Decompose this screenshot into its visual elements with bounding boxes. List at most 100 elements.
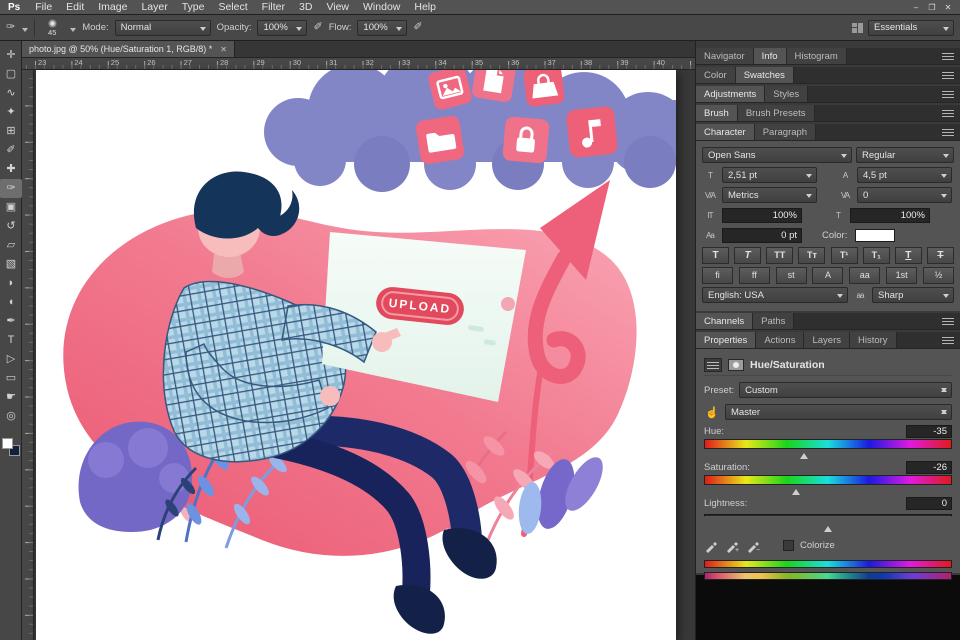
panel-menu-icon[interactable] (942, 129, 954, 136)
superscript-button[interactable]: T¹ (831, 247, 858, 264)
tab-styles[interactable]: Styles (765, 86, 808, 102)
color-swatches[interactable] (2, 438, 20, 456)
saturation-track[interactable] (704, 475, 952, 485)
tab-navigator[interactable]: Navigator (696, 48, 754, 64)
tool-button[interactable]: ⊞ (0, 122, 22, 141)
tool-button[interactable]: ✛ (0, 46, 22, 65)
brush-tool-preset-icon[interactable]: ✑ (6, 22, 15, 33)
panel-menu-icon[interactable] (942, 337, 954, 344)
workspace-switcher[interactable]: Essentials (852, 20, 954, 36)
opentype-feature-button[interactable]: ff (739, 267, 770, 284)
tab-paragraph[interactable]: Paragraph (755, 124, 816, 140)
tab-brush[interactable]: Brush (696, 105, 738, 121)
tab-actions[interactable]: Actions (756, 332, 804, 348)
opentype-feature-button[interactable]: fi (702, 267, 733, 284)
restore-icon[interactable]: ❐ (924, 3, 940, 12)
leading-select[interactable]: 4,5 pt (857, 167, 952, 183)
opentype-feature-button[interactable]: ½ (923, 267, 954, 284)
foreground-color-swatch[interactable] (2, 438, 13, 449)
tool-button[interactable]: ◎ (0, 407, 22, 426)
tracking-select[interactable]: 0 (857, 187, 952, 203)
lightness-track[interactable] (704, 514, 952, 517)
tab-character[interactable]: Character (696, 124, 755, 140)
opentype-feature-button[interactable]: A (812, 267, 843, 284)
pressure-opacity-icon[interactable]: ✐ (313, 22, 322, 33)
tool-button[interactable]: ☛ (0, 388, 22, 407)
tool-button[interactable]: ↺ (0, 217, 22, 236)
minimize-icon[interactable]: – (908, 3, 924, 12)
menu-item[interactable]: Select (211, 1, 254, 13)
saturation-handle[interactable] (792, 485, 800, 495)
menu-item[interactable]: Filter (255, 1, 292, 13)
panel-menu-icon[interactable] (942, 53, 954, 60)
eyedropper-subtract-icon[interactable]: − (746, 538, 761, 553)
opentype-feature-button[interactable]: st (776, 267, 807, 284)
brush-preset-picker[interactable]: 45 (41, 19, 63, 37)
tool-button[interactable]: ✐ (0, 141, 22, 160)
panel-menu-icon[interactable] (942, 110, 954, 117)
close-icon[interactable]: ✕ (940, 3, 956, 12)
panel-menu-icon[interactable] (942, 318, 954, 325)
hue-value-field[interactable]: -35 (906, 425, 952, 438)
text-color-swatch[interactable] (855, 229, 895, 242)
tab-color[interactable]: Color (696, 67, 736, 83)
tool-button[interactable]: ▢ (0, 65, 22, 84)
menu-item[interactable]: File (28, 1, 59, 13)
tool-button[interactable]: ▣ (0, 198, 22, 217)
tool-button[interactable]: ∿ (0, 84, 22, 103)
horizontal-scale-field[interactable]: 100% (850, 208, 930, 223)
eyedropper-add-icon[interactable]: + (725, 538, 740, 553)
tool-button[interactable]: ✒ (0, 312, 22, 331)
tab-layers[interactable]: Layers (804, 332, 850, 348)
saturation-value-field[interactable]: -26 (906, 461, 952, 474)
all-caps-button[interactable]: TT (766, 247, 793, 264)
tool-button[interactable]: ✦ (0, 103, 22, 122)
eyedropper-icon[interactable] (704, 538, 719, 553)
hue-track[interactable] (704, 439, 952, 449)
menu-item[interactable]: Image (91, 1, 134, 13)
baseline-shift-field[interactable]: 0 pt (722, 228, 802, 243)
preset-select[interactable]: Custom (739, 382, 952, 398)
tab-channels[interactable]: Channels (696, 313, 753, 329)
tab-close-icon[interactable]: ✕ (220, 45, 227, 54)
menu-item[interactable]: Window (356, 1, 407, 13)
small-caps-button[interactable]: Tᴛ (798, 247, 825, 264)
faux-bold-button[interactable]: T (702, 247, 729, 264)
tool-button[interactable]: ✑ (0, 179, 22, 198)
tool-button[interactable]: T (0, 331, 22, 350)
flow-select[interactable]: 100% (357, 20, 407, 36)
strikethrough-button[interactable]: T (927, 247, 954, 264)
subscript-button[interactable]: T₁ (863, 247, 890, 264)
panel-menu-icon[interactable] (942, 91, 954, 98)
tab-brush-presets[interactable]: Brush Presets (738, 105, 815, 121)
channel-select[interactable]: Master (725, 404, 952, 420)
underline-button[interactable]: T (895, 247, 922, 264)
tool-button[interactable]: ▱ (0, 236, 22, 255)
menu-item[interactable]: Help (407, 1, 443, 13)
tab-paths[interactable]: Paths (753, 313, 794, 329)
faux-italic-button[interactable]: T (734, 247, 761, 264)
menu-item[interactable]: Edit (59, 1, 91, 13)
workspace-select[interactable]: Essentials (868, 20, 954, 36)
opentype-feature-button[interactable]: aa (849, 267, 880, 284)
opentype-feature-button[interactable]: 1st (886, 267, 917, 284)
tab-info[interactable]: Info (754, 48, 787, 64)
tab-adjustments[interactable]: Adjustments (696, 86, 765, 102)
targeted-adjustment-icon[interactable]: ☝ (704, 406, 720, 419)
tab-swatches[interactable]: Swatches (736, 67, 794, 83)
hue-handle[interactable] (800, 449, 808, 459)
document-tab[interactable]: photo.jpg @ 50% (Hue/Saturation 1, RGB/8… (22, 41, 235, 57)
font-style-select[interactable]: Regular (856, 147, 954, 163)
airbrush-icon[interactable]: ✐ (413, 22, 422, 33)
tool-button[interactable]: ◖ (0, 293, 22, 312)
tab-history[interactable]: History (850, 332, 897, 348)
tool-button[interactable]: ▭ (0, 369, 22, 388)
anti-alias-select[interactable]: Sharp (872, 287, 954, 303)
tool-button[interactable]: ▧ (0, 255, 22, 274)
tab-histogram[interactable]: Histogram (787, 48, 847, 64)
font-family-select[interactable]: Open Sans (702, 147, 852, 163)
menu-item[interactable]: Layer (134, 1, 174, 13)
tool-button[interactable]: ▷ (0, 350, 22, 369)
tool-button[interactable]: ✚ (0, 160, 22, 179)
blend-mode-select[interactable]: Normal (115, 20, 211, 36)
